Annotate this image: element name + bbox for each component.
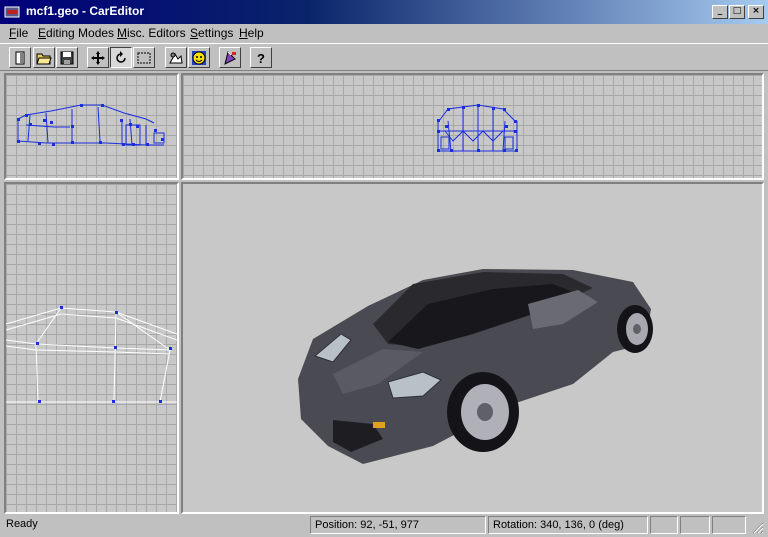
status-text: Ready xyxy=(6,518,38,530)
save-button[interactable] xyxy=(56,47,78,68)
car-3d-render xyxy=(298,269,653,464)
select-rectangle-icon xyxy=(137,52,151,64)
menu-editing-modes[interactable]: Editing Modes xyxy=(38,26,114,40)
status-indicator-1 xyxy=(650,516,678,534)
resize-grip-icon[interactable] xyxy=(750,520,764,534)
open-folder-icon xyxy=(36,53,52,65)
rotate-icon xyxy=(116,51,126,63)
status-indicator-2 xyxy=(680,516,710,534)
smiley-face-icon xyxy=(192,51,206,65)
rotate-tool-button[interactable] xyxy=(110,47,132,68)
texture-editor-button[interactable] xyxy=(165,47,187,68)
status-rotation: Rotation: 340, 136, 0 (deg) xyxy=(488,516,648,534)
front-view-wireframe xyxy=(437,104,518,152)
paint-tool-icon xyxy=(224,51,236,65)
help-question-icon: ? xyxy=(257,51,265,66)
paint-tool-button[interactable] xyxy=(219,47,241,68)
front-view-viewport[interactable] xyxy=(181,73,764,180)
svg-text:?: ? xyxy=(257,51,265,66)
texture-editor-icon xyxy=(169,52,183,64)
help-button[interactable]: ? xyxy=(250,47,272,68)
top-view-viewport[interactable] xyxy=(4,182,179,514)
window-title: mcf1.geo - CarEditor xyxy=(26,4,145,18)
menu-settings[interactable]: Settings xyxy=(190,26,233,40)
move-arrows-icon xyxy=(91,51,105,65)
status-bar: Ready Position: 92, -51, 977 Rotation: 3… xyxy=(0,514,768,537)
side-view-viewport[interactable] xyxy=(4,73,179,180)
select-tool-button[interactable] xyxy=(133,47,155,68)
side-view-wireframe xyxy=(17,104,165,146)
3d-preview-viewport[interactable] xyxy=(181,182,764,514)
close-icon[interactable]: × xyxy=(748,5,764,19)
save-disk-icon xyxy=(60,51,74,65)
status-position: Position: 92, -51, 977 xyxy=(310,516,486,534)
maximize-icon[interactable]: □ xyxy=(729,5,745,19)
menu-misc-editors[interactable]: Misc. Editors xyxy=(117,26,186,40)
move-tool-button[interactable] xyxy=(87,47,109,68)
menu-file[interactable]: File xyxy=(9,26,28,40)
open-button[interactable] xyxy=(33,47,55,68)
menu-bar: File Editing Modes Misc. Editors Setting… xyxy=(0,24,768,42)
menu-help[interactable]: Help xyxy=(239,26,264,40)
top-view-wireframe xyxy=(6,306,177,403)
minimize-icon[interactable]: _ xyxy=(712,5,728,19)
title-bar[interactable]: mcf1.geo - CarEditor _ □ × xyxy=(0,0,768,24)
status-indicator-3 xyxy=(712,516,746,534)
face-editor-button[interactable] xyxy=(188,47,210,68)
main-window: mcf1.geo - CarEditor _ □ × File Editing … xyxy=(0,0,768,537)
car-editor-icon[interactable] xyxy=(4,4,20,20)
toolbar: ? xyxy=(0,43,768,71)
new-file-icon xyxy=(15,51,25,65)
new-file-button[interactable] xyxy=(9,47,31,68)
